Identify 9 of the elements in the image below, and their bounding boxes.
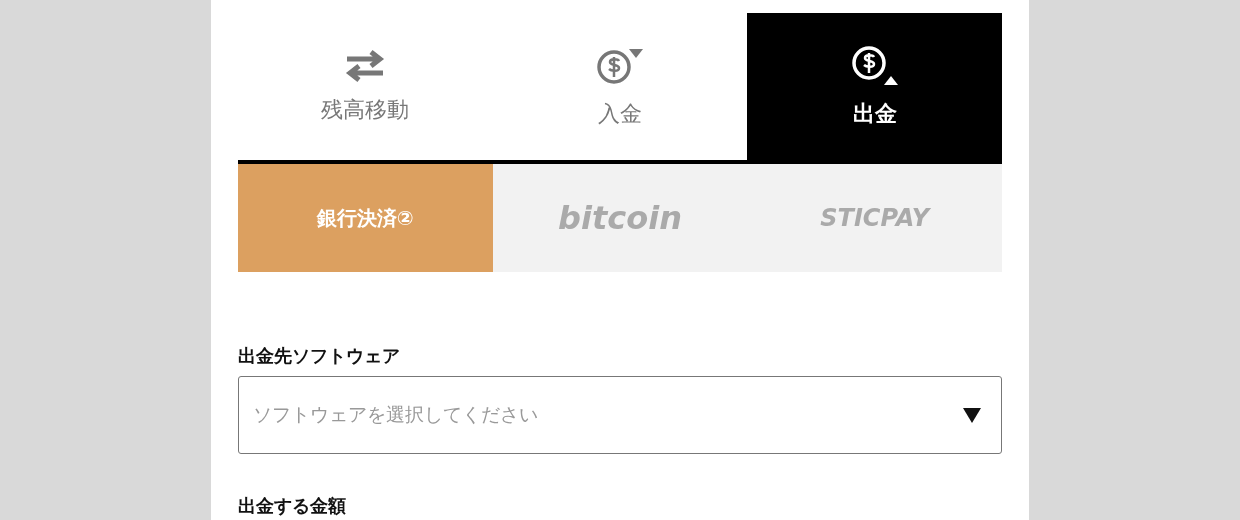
payment-method-tab[interactable]: STICPAY (747, 164, 1002, 272)
caret-icon (963, 407, 981, 423)
transaction-tab[interactable]: 出金 (747, 13, 1002, 160)
software-select[interactable]: ソフトウェアを選択してください (238, 376, 1002, 454)
payment-method-tab[interactable]: bitcoin (492, 164, 748, 272)
field-label: 出金先ソフトウェア (238, 344, 401, 368)
dollar-coin-up-icon (850, 44, 899, 87)
field-label: 出金する金額 (238, 494, 347, 518)
payment-method-tab[interactable]: 銀行決済② (238, 164, 493, 272)
